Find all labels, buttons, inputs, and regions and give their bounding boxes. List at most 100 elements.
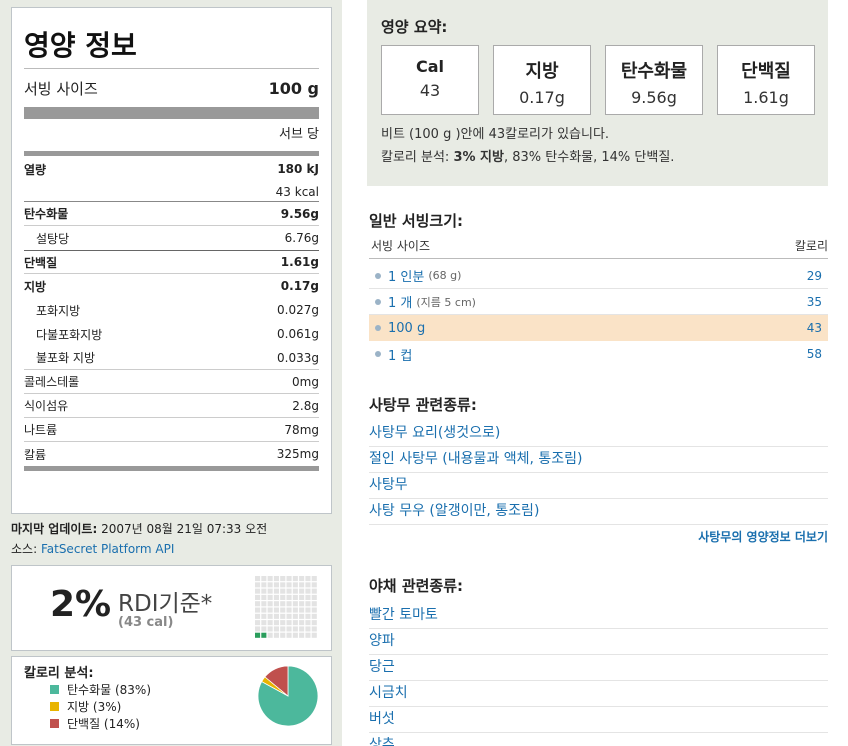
rdi-grid-cell bbox=[299, 620, 305, 626]
rdi-grid-cell bbox=[286, 576, 292, 582]
rdi-grid-cell bbox=[280, 607, 286, 613]
page-root: 영양 정보 서빙 사이즈 100 g 서브 당 열량 180 kJ 43 kca… bbox=[0, 0, 848, 746]
summary-box-label: 단백질 bbox=[741, 61, 791, 82]
nutrient-row-fiber: 식이섬유 2.8g bbox=[24, 394, 319, 418]
rdi-grid-cell bbox=[273, 613, 279, 619]
rdi-grid-cell bbox=[273, 632, 279, 638]
rdi-grid-cell bbox=[261, 576, 267, 582]
related-veg-link[interactable]: 빨간 토마토 bbox=[369, 603, 828, 629]
serving-row[interactable]: 1 인분 (68 g) 29 bbox=[369, 263, 828, 289]
rdi-grid-cell bbox=[261, 632, 267, 638]
rdi-grid-cell bbox=[305, 632, 311, 638]
nutrient-row-potassium: 칼륨 325mg bbox=[24, 442, 319, 466]
rdi-grid-cell bbox=[280, 594, 286, 600]
nutrient-label: 칼륨 bbox=[24, 447, 47, 462]
servings-header-divider bbox=[369, 258, 828, 259]
related-veg-link[interactable]: 상추 bbox=[369, 733, 828, 746]
rdi-grid-cell bbox=[255, 607, 261, 613]
nutrient-label: 포화지방 bbox=[36, 303, 81, 318]
related-beet-link[interactable]: 사탕무 요리(생것으로) bbox=[369, 421, 828, 447]
rdi-grid-cell bbox=[292, 576, 298, 582]
rdi-grid-cell bbox=[305, 626, 311, 632]
related-veg-link[interactable]: 버섯 bbox=[369, 707, 828, 733]
related-veg-title: 야채 관련종류: bbox=[369, 577, 464, 595]
rdi-grid-cell bbox=[305, 588, 311, 594]
related-beet-link[interactable]: 사탕 무우 (알갱이만, 통조림) bbox=[369, 499, 828, 525]
legend-item-protein: 단백질 (14%) bbox=[50, 715, 140, 732]
related-veg-link[interactable]: 당근 bbox=[369, 655, 828, 681]
legend-item-fat: 지방 (3%) bbox=[50, 698, 121, 715]
summary-line-breakdown: 칼로리 분석: 3% 지방, 83% 탄수화물, 14% 단백질. bbox=[381, 146, 674, 169]
legend-swatch bbox=[50, 719, 59, 728]
legend-label: 지방 (3%) bbox=[67, 700, 122, 714]
summary-box-carbs: 탄수화물 9.56g bbox=[605, 45, 703, 115]
servings-header: 서빙 사이즈 칼로리 bbox=[369, 237, 828, 254]
serving-calories[interactable]: 58 bbox=[807, 347, 822, 361]
rdi-grid-cell bbox=[267, 632, 273, 638]
summary-box-value: 43 bbox=[419, 81, 441, 100]
summary-box-label: Cal bbox=[415, 57, 445, 76]
serving-row[interactable]: 1 컵 58 bbox=[369, 341, 828, 367]
per-serving-label: 서브 당 bbox=[278, 127, 319, 142]
more-beet-nutrition-link[interactable]: 사탕무의 영양정보 더보기 bbox=[698, 528, 828, 545]
servings-col-cal: 칼로리 bbox=[794, 239, 828, 253]
legend-label: 단백질 (14%) bbox=[67, 717, 140, 731]
serving-sub: (지름 5 cm) bbox=[416, 295, 476, 309]
rdi-grid-cell bbox=[280, 582, 286, 588]
serving-label[interactable]: 1 인분 bbox=[388, 266, 424, 285]
rdi-grid-cell bbox=[286, 607, 292, 613]
rdi-grid-cell bbox=[273, 620, 279, 626]
serving-label[interactable]: 100 g bbox=[388, 321, 425, 336]
left-column: 영양 정보 서빙 사이즈 100 g 서브 당 열량 180 kJ 43 kca… bbox=[0, 0, 342, 746]
nutrient-label: 지방 bbox=[24, 279, 47, 294]
rdi-calories: (43 cal) bbox=[118, 615, 174, 630]
rdi-grid-cell bbox=[286, 594, 292, 600]
rdi-grid-cell bbox=[261, 626, 267, 632]
related-veg-link[interactable]: 양파 bbox=[369, 629, 828, 655]
rdi-grid-cell bbox=[299, 582, 305, 588]
rdi-grid-cell bbox=[273, 594, 279, 600]
rdi-grid-cell bbox=[292, 626, 298, 632]
nutrient-value: 6.76g bbox=[284, 231, 319, 245]
nutrient-row-fat: 지방 0.17g bbox=[24, 274, 319, 298]
serving-size-value: 100 g bbox=[268, 78, 319, 98]
rdi-grid-cell bbox=[292, 613, 298, 619]
rdi-grid-cell bbox=[267, 613, 273, 619]
nutrient-row-polyunsaturated-fat: 다불포화지방 0.061g bbox=[24, 322, 319, 346]
summary-line-calories: 비트 (100 g )안에 43칼로리가 있습니다. bbox=[381, 127, 610, 142]
rdi-grid-cell bbox=[292, 588, 298, 594]
rdi-grid-cell bbox=[299, 607, 305, 613]
serving-label[interactable]: 1 개 bbox=[388, 292, 412, 311]
summary-box-cal: Cal 43 bbox=[381, 45, 479, 115]
rdi-grid-cell bbox=[273, 607, 279, 613]
related-beet-link[interactable]: 절인 사탕무 (내용물과 액체, 통조림) bbox=[369, 447, 828, 473]
summary-title: 영양 요약: bbox=[381, 18, 448, 36]
serving-calories[interactable]: 43 bbox=[807, 321, 822, 335]
serving-row-selected[interactable]: 100 g 43 bbox=[369, 315, 828, 341]
summary-box-label: 지방 bbox=[525, 61, 559, 82]
bullet-icon bbox=[375, 272, 381, 279]
rdi-grid-cell bbox=[267, 620, 273, 626]
related-beet-link[interactable]: 사탕무 bbox=[369, 473, 828, 499]
serving-calories[interactable]: 29 bbox=[807, 269, 822, 283]
rdi-grid-cell bbox=[286, 632, 292, 638]
summary-text: 비트 (100 g )안에 43칼로리가 있습니다. 칼로리 분석: 3% 지방… bbox=[381, 123, 674, 169]
serving-calories[interactable]: 35 bbox=[807, 295, 822, 309]
serving-label[interactable]: 1 컵 bbox=[388, 345, 412, 364]
calorie-breakdown-title: 칼로리 분석: bbox=[24, 666, 94, 681]
rdi-grid-cell bbox=[299, 588, 305, 594]
rdi-grid-cell bbox=[299, 626, 305, 632]
related-veg-link[interactable]: 시금치 bbox=[369, 681, 828, 707]
source-link[interactable]: FatSecret Platform API bbox=[41, 542, 174, 556]
rdi-grid-cell bbox=[299, 594, 305, 600]
summary-box-label: 탄수화물 bbox=[620, 61, 688, 82]
rdi-grid-cell bbox=[255, 576, 261, 582]
rdi-grid-cell bbox=[299, 576, 305, 582]
rdi-grid-cell bbox=[292, 582, 298, 588]
rdi-grid-cell bbox=[311, 626, 317, 632]
source-label: 소스: bbox=[11, 542, 38, 556]
rdi-grid-cell bbox=[255, 594, 261, 600]
serving-row[interactable]: 1 개 (지름 5 cm) 35 bbox=[369, 289, 828, 315]
rdi-grid-cell bbox=[267, 601, 273, 607]
divider-bottom bbox=[24, 466, 319, 471]
